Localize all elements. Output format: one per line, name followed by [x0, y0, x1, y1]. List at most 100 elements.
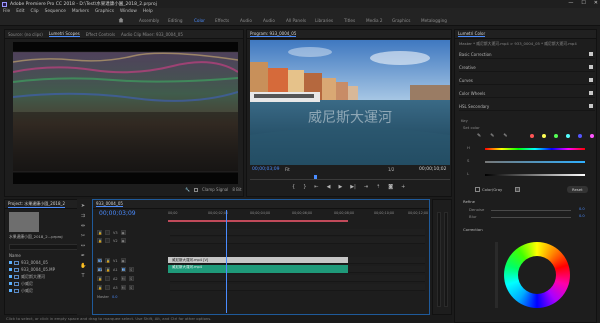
home-icon[interactable] [118, 17, 124, 23]
source-patch-v1[interactable]: V1 [97, 258, 102, 263]
menu-clip[interactable]: Clip [31, 9, 39, 14]
hand-tool-icon[interactable]: ✋ [80, 263, 86, 269]
section-creative[interactable]: Creative [459, 63, 595, 72]
list-item[interactable]: 933_0004_05.MP [9, 266, 87, 273]
wheel-midtone-slider[interactable] [495, 242, 498, 308]
eye-icon[interactable]: ◉ [120, 230, 126, 235]
menu-file[interactable]: File [3, 9, 10, 14]
section-curves[interactable]: Curves [459, 76, 595, 85]
enable-checkbox[interactable] [589, 104, 593, 108]
lock-icon[interactable]: 🔒 [105, 258, 110, 263]
color-gray-dropdown[interactable] [515, 187, 520, 192]
menu-markers[interactable]: Markers [72, 9, 89, 14]
menu-edit[interactable]: Edit [16, 9, 24, 14]
swatch-red[interactable] [530, 134, 534, 138]
denoise-slider[interactable] [491, 210, 571, 211]
tab-lumetri-color[interactable]: Lumetri Color [458, 31, 486, 37]
work-area-bar[interactable] [168, 220, 348, 222]
solo-button[interactable]: S [128, 267, 134, 272]
workspace-tab-color[interactable]: Color [194, 18, 205, 23]
source-patch-a1[interactable]: A1 [97, 267, 102, 272]
mute-button[interactable]: M [120, 285, 126, 290]
timeline-ruler[interactable]: 00;00 00;00;02;00 00;00;04;00 00;00;06;0… [168, 211, 428, 217]
track-lane[interactable] [170, 237, 425, 244]
list-item[interactable]: 933_0004_05 [9, 259, 87, 266]
enable-checkbox[interactable] [589, 65, 593, 69]
color-gray-checkbox[interactable] [475, 187, 480, 192]
type-tool-icon[interactable]: T [80, 273, 86, 279]
clamp-signal-checkbox[interactable] [193, 187, 198, 192]
workspace-tab-all-panels[interactable]: All Panels [286, 18, 306, 23]
timeline-playhead[interactable] [226, 210, 227, 313]
workspace-tab-media-2[interactable]: Media 2 [366, 18, 383, 23]
list-item[interactable]: 威尼斯大運河 [9, 273, 87, 280]
sync-icon[interactable] [105, 238, 110, 243]
mark-out-icon[interactable]: } [303, 184, 306, 190]
sync-icon[interactable] [105, 276, 110, 281]
list-item[interactable]: 小威尼 [9, 287, 87, 294]
blur-slider[interactable] [491, 217, 571, 218]
lock-icon[interactable]: 🔒 [97, 230, 102, 235]
blur-value[interactable]: 0.0 [579, 214, 585, 218]
mark-in-icon[interactable]: { [292, 184, 295, 190]
swatch-magenta[interactable] [590, 134, 594, 138]
workspace-tab-metalogging[interactable]: Metalogging [421, 18, 447, 23]
solo-button[interactable]: S [128, 276, 134, 281]
pen-tool-icon[interactable]: ✒ [80, 253, 86, 259]
menu-help[interactable]: Help [143, 9, 153, 14]
eyedropper-add-icon[interactable]: ✎ [490, 133, 494, 139]
lock-icon[interactable]: 🔒 [97, 285, 102, 290]
zoom-fit-dropdown[interactable]: Fit [285, 167, 290, 172]
step-forward-icon[interactable]: ▶| [350, 184, 356, 190]
sync-icon[interactable] [105, 285, 110, 290]
workspace-tab-audio[interactable]: Audio [240, 18, 252, 23]
program-playhead[interactable] [314, 175, 317, 179]
ripple-edit-tool-icon[interactable]: ⇹ [80, 223, 86, 229]
section-hsl-secondary[interactable]: HSL Secondary [459, 102, 595, 111]
tab-source[interactable]: Source: (no clips) [8, 32, 43, 37]
eye-icon[interactable]: ◉ [120, 258, 126, 263]
lock-icon[interactable]: 🔒 [97, 238, 102, 243]
lock-icon[interactable]: 🔒 [97, 276, 102, 281]
swatch-blue[interactable] [578, 134, 582, 138]
selection-tool-icon[interactable]: ➤ [80, 203, 86, 209]
eyedropper-icon[interactable]: ✎ [477, 133, 481, 139]
bit-depth-dropdown[interactable]: 8 Bit [232, 187, 241, 192]
program-video-frame[interactable]: 威尼斯大運河 [250, 40, 450, 165]
lock-icon[interactable]: 🔒 [105, 267, 110, 272]
slip-tool-icon[interactable]: ↔ [80, 243, 86, 249]
reset-button[interactable]: Reset [567, 186, 588, 193]
workspace-tab-graphics[interactable]: Graphics [392, 18, 411, 23]
eye-icon[interactable]: ◉ [120, 238, 126, 243]
solo-button[interactable]: S [128, 285, 134, 290]
tab-effect-controls[interactable]: Effect Controls [86, 32, 115, 37]
go-to-in-icon[interactable]: ⇤ [314, 184, 318, 190]
section-color-wheels[interactable]: Color Wheels [459, 89, 595, 98]
workspace-tab-titles[interactable]: Titles [344, 18, 355, 23]
workspace-tab-audio-2[interactable]: Audio [263, 18, 275, 23]
workspace-tab-libraries[interactable]: Libraries [315, 18, 333, 23]
tab-project[interactable]: Project: 水果達康小園_2018_2 [8, 201, 66, 208]
menu-window[interactable]: Window [120, 9, 137, 14]
tab-audio-clip-mixer[interactable]: Audio Clip Mixer: 933_0004_05 [121, 32, 183, 37]
lumetri-master-clip-selector[interactable]: Master * 威尼斯大運河.mp4 > 933_0004_05 * 威尼斯大… [459, 41, 577, 47]
eyedropper-subtract-icon[interactable]: ✎ [503, 133, 507, 139]
track-lane[interactable] [170, 275, 425, 282]
tab-sequence[interactable]: 933_0004_05 [96, 201, 123, 207]
add-button-icon[interactable]: + [401, 184, 405, 190]
track-lane[interactable] [170, 284, 425, 291]
menu-sequence[interactable]: Sequence [45, 9, 66, 14]
wrench-icon[interactable]: 🔧 [185, 187, 190, 192]
maximize-button[interactable]: ☐ [581, 0, 585, 6]
track-select-tool-icon[interactable]: ⇉ [80, 213, 86, 219]
enable-checkbox[interactable] [589, 52, 593, 56]
razor-tool-icon[interactable]: ✂ [80, 233, 86, 239]
playback-resolution-dropdown[interactable]: 1/2 [388, 167, 394, 172]
project-list-header[interactable]: Name [9, 252, 87, 259]
menu-graphics[interactable]: Graphics [95, 9, 114, 14]
hue-range-slider[interactable] [485, 148, 585, 150]
swatch-yellow[interactable] [542, 134, 546, 138]
lift-icon[interactable]: ⇡ [376, 184, 380, 190]
mute-button[interactable]: M [120, 267, 126, 272]
minimize-button[interactable]: — [568, 0, 573, 6]
